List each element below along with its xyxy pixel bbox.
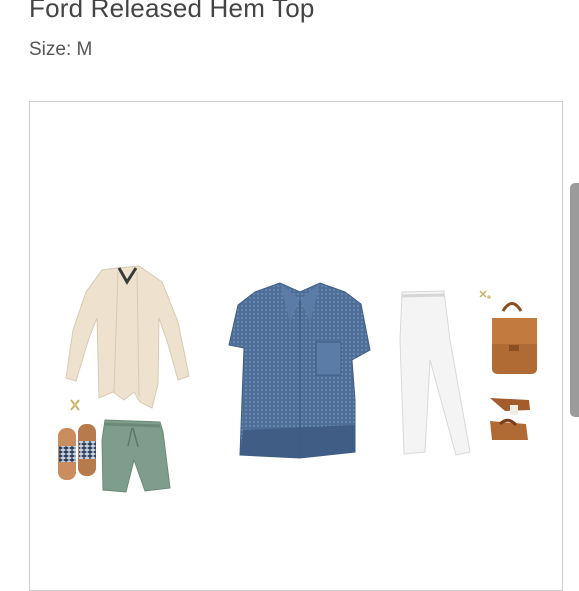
earrings-icon [70, 399, 80, 411]
sandals-icon [58, 424, 96, 480]
shorts-icon [101, 419, 171, 493]
stud-earrings-icon [479, 290, 491, 299]
wedge-sandals-icon [490, 398, 530, 440]
jeans-icon [399, 290, 471, 456]
scrollbar[interactable] [570, 183, 579, 417]
shirt-icon [228, 282, 371, 459]
cardigan-icon [65, 265, 190, 409]
backpack-icon [492, 302, 537, 374]
outfit-illustration [58, 265, 537, 493]
